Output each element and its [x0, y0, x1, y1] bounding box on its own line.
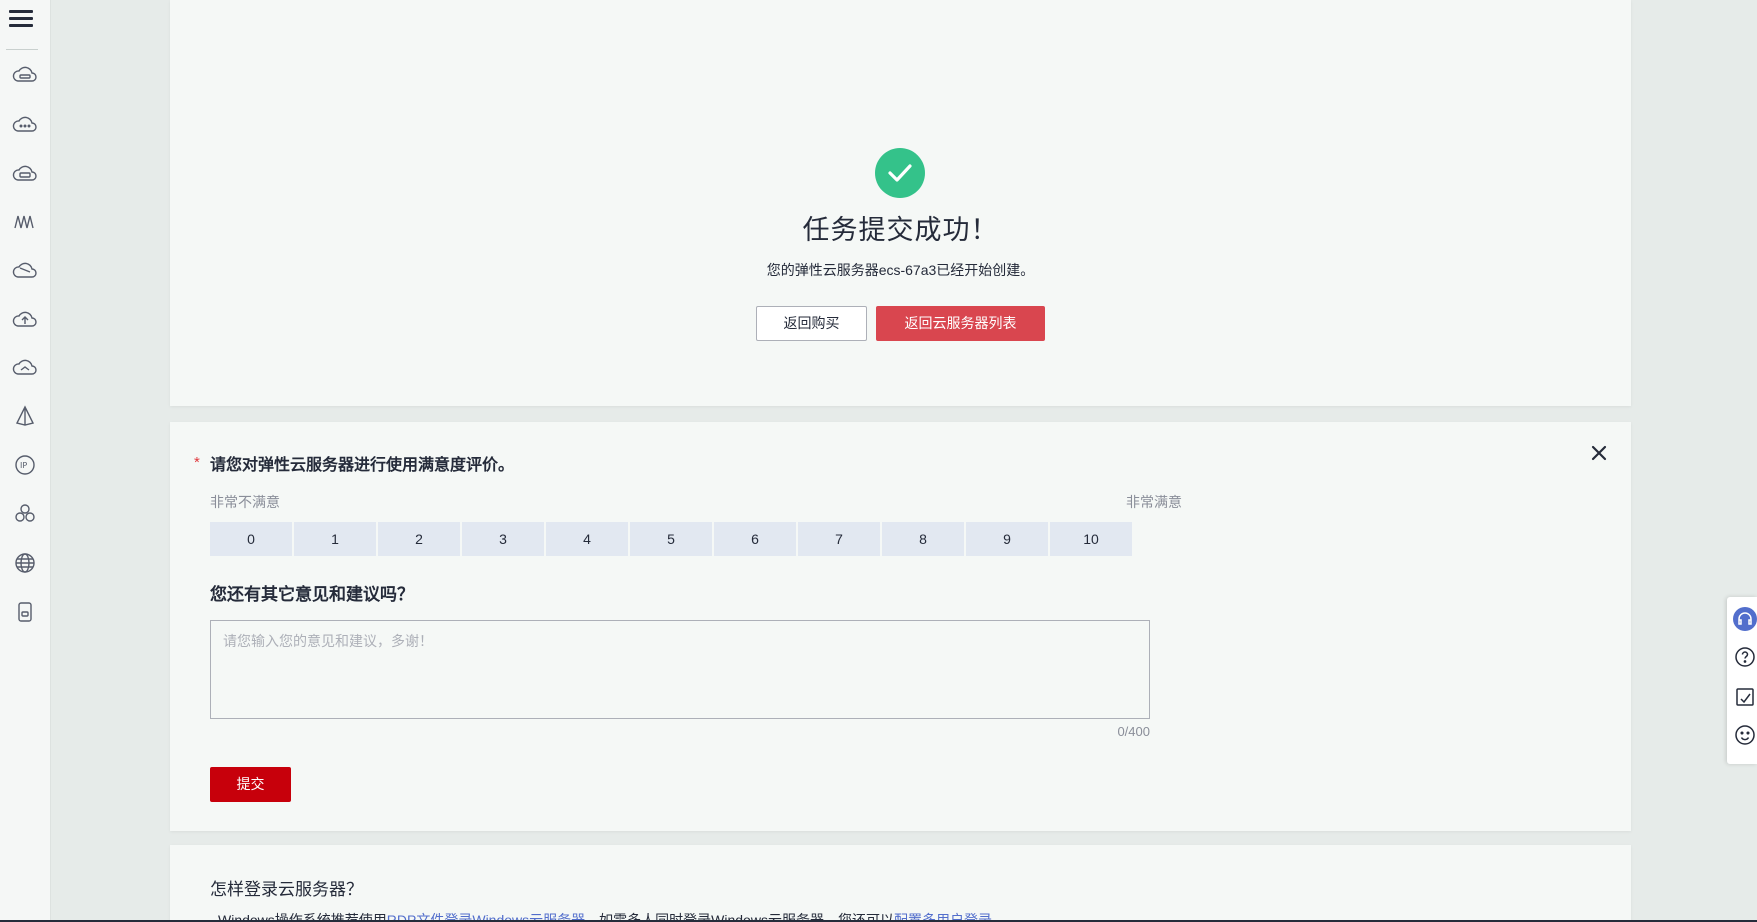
success-card: 任务提交成功！ 您的弹性云服务器ecs-67a3已经开始创建。 返回购买 返回云…: [170, 0, 1631, 406]
back-to-server-list-button[interactable]: 返回云服务器列表: [876, 306, 1045, 341]
scale-high-label: 非常满意: [1126, 494, 1182, 510]
storage-icon[interactable]: [11, 598, 39, 626]
cloud-sync-icon[interactable]: [11, 354, 39, 382]
scale-option-10[interactable]: 10: [1050, 522, 1132, 556]
waves-icon[interactable]: [11, 208, 39, 236]
scale-option-5[interactable]: 5: [630, 522, 712, 556]
login-help-card: 怎样登录云服务器？ Windows操作系统推荐使用RDP文件登录Windows云…: [170, 845, 1631, 922]
check-circle-icon: [875, 148, 925, 198]
scale-option-6[interactable]: 6: [714, 522, 796, 556]
satisfaction-survey-card: * 请您对弹性云服务器进行使用满意度评价。 非常不满意 非常满意 0 1 2 3…: [170, 422, 1631, 831]
scale-option-4[interactable]: 4: [546, 522, 628, 556]
satisfaction-question: 请您对弹性云服务器进行使用满意度评价。: [210, 457, 515, 474]
suggestion-question: 您还有其它意见和建议吗？: [210, 585, 414, 604]
login-help-title: 怎样登录云服务器？: [210, 880, 363, 899]
nav-divider: [6, 49, 38, 50]
help-icon[interactable]: [1733, 645, 1757, 669]
headset-icon[interactable]: [1733, 607, 1757, 631]
cloud-upload-icon[interactable]: [11, 306, 39, 334]
feedback-textarea[interactable]: [210, 620, 1150, 719]
cloud-server-icon[interactable]: [11, 62, 39, 90]
svg-text:IP: IP: [20, 461, 27, 470]
left-nav-rail: IP: [0, 0, 51, 922]
close-icon[interactable]: [1588, 442, 1610, 464]
prism-icon[interactable]: [11, 403, 39, 431]
success-description: 您的弹性云服务器ecs-67a3已经开始创建。: [766, 262, 1035, 278]
cloud-dots-icon[interactable]: [11, 111, 39, 139]
scale-option-7[interactable]: 7: [798, 522, 880, 556]
scale-option-1[interactable]: 1: [294, 522, 376, 556]
required-mark: *: [194, 454, 200, 471]
scale-option-2[interactable]: 2: [378, 522, 460, 556]
back-to-purchase-button[interactable]: 返回购买: [756, 306, 867, 341]
success-title: 任务提交成功！: [802, 215, 999, 245]
submit-button[interactable]: 提交: [210, 767, 291, 802]
scale-low-label: 非常不满意: [210, 494, 280, 510]
cloud-layers-icon[interactable]: [11, 257, 39, 285]
scale-option-0[interactable]: 0: [210, 522, 292, 556]
scale-option-3[interactable]: 3: [462, 522, 544, 556]
edit-note-icon[interactable]: [1733, 685, 1757, 709]
cluster-icon[interactable]: [11, 500, 39, 528]
scale-option-9[interactable]: 9: [966, 522, 1048, 556]
floating-toolbar: [1727, 597, 1757, 764]
char-counter: 0/400: [1117, 724, 1150, 739]
hamburger-icon[interactable]: [9, 8, 35, 30]
satisfaction-scale: 0 1 2 3 4 5 6 7 8 9 10: [210, 522, 1132, 556]
ip-icon[interactable]: IP: [11, 451, 39, 479]
cloud-ssd-icon[interactable]: [11, 160, 39, 188]
feedback-face-icon[interactable]: [1733, 723, 1757, 747]
globe-icon[interactable]: [11, 549, 39, 577]
scale-option-8[interactable]: 8: [882, 522, 964, 556]
